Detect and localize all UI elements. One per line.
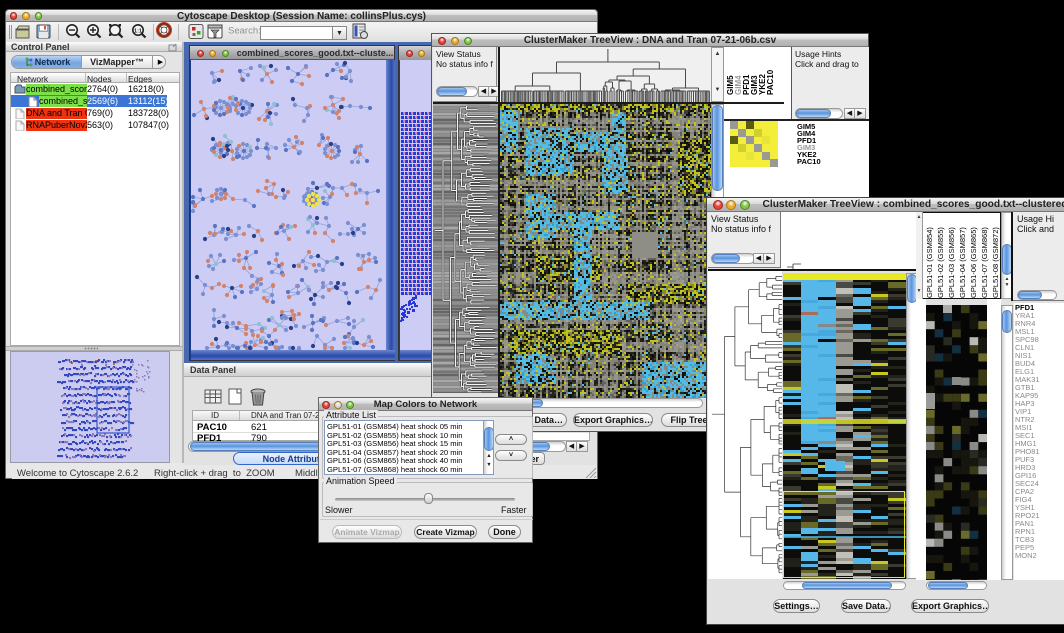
svg-text:Search:: Search: xyxy=(228,26,261,37)
svg-text:1:1: 1:1 xyxy=(134,29,142,35)
